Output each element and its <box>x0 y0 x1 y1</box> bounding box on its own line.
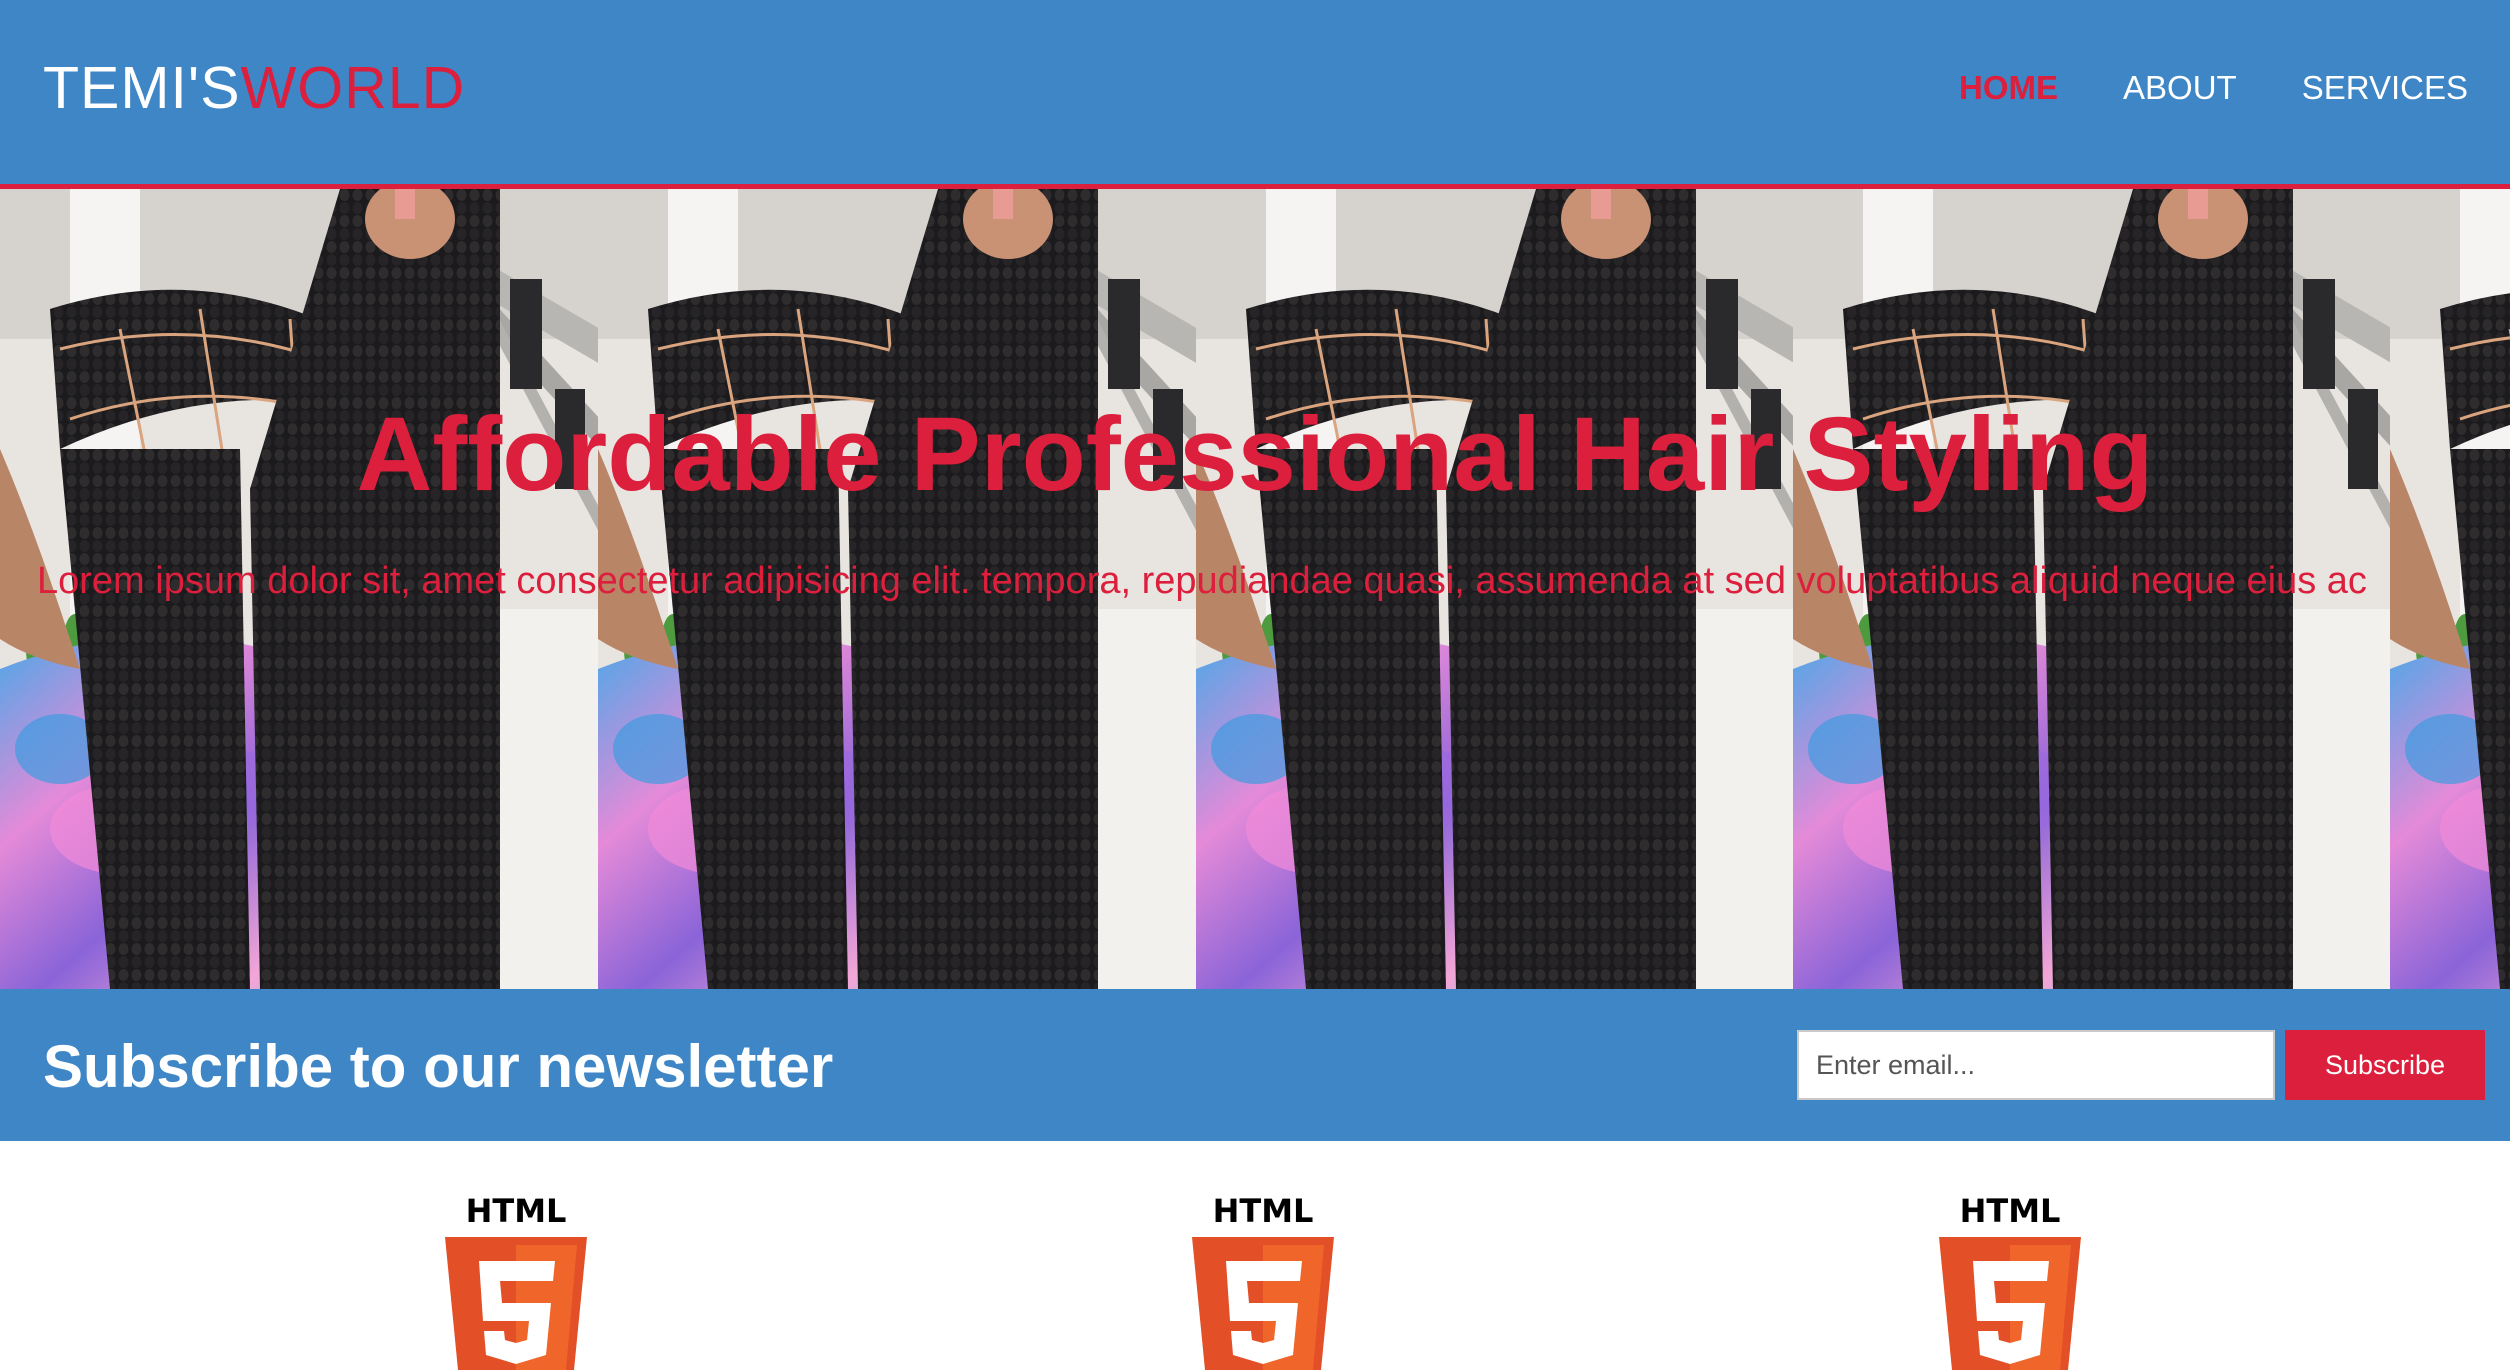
html5-logo-icon: HTML <box>1192 1193 1334 1370</box>
feature-item: HTML <box>1190 1193 1336 1370</box>
email-input[interactable] <box>1797 1030 2275 1100</box>
logo-text-world: WORLD <box>240 55 466 121</box>
site-logo[interactable]: TEMI'SWORLD <box>43 52 465 124</box>
logo-text-temis: TEMI'S <box>43 55 241 121</box>
site-header: TEMI'SWORLD HOME ABOUT SERVICES <box>0 0 2510 184</box>
nav-link-services[interactable]: SERVICES <box>2302 66 2468 110</box>
hero-text: Lorem ipsum dolor sit, amet consectetur … <box>37 560 2367 602</box>
feature-item: HTML <box>1937 1193 2083 1370</box>
html-label: HTML <box>1213 1193 1314 1230</box>
html5-logo-icon: HTML <box>1939 1193 2081 1370</box>
newsletter-section: Subscribe to our newsletter Subscribe <box>0 989 2510 1141</box>
feature-item: HTML <box>443 1193 589 1370</box>
features-section: HTML HTML HTML <box>0 1141 2510 1370</box>
nav-link-home[interactable]: HOME <box>1959 66 2058 110</box>
html5-logo-icon: HTML <box>445 1193 587 1370</box>
main-nav: HOME ABOUT SERVICES <box>1894 66 2468 110</box>
newsletter-title: Subscribe to our newsletter <box>43 1033 834 1100</box>
hero-section: Affordable Professional Hair Styling Lor… <box>0 184 2510 989</box>
hero-title: Affordable Professional Hair Styling <box>356 396 2154 513</box>
nav-link-about[interactable]: ABOUT <box>2123 66 2237 110</box>
html-label: HTML <box>1960 1193 2061 1230</box>
html-label: HTML <box>466 1193 567 1230</box>
subscribe-button[interactable]: Subscribe <box>2285 1030 2485 1100</box>
